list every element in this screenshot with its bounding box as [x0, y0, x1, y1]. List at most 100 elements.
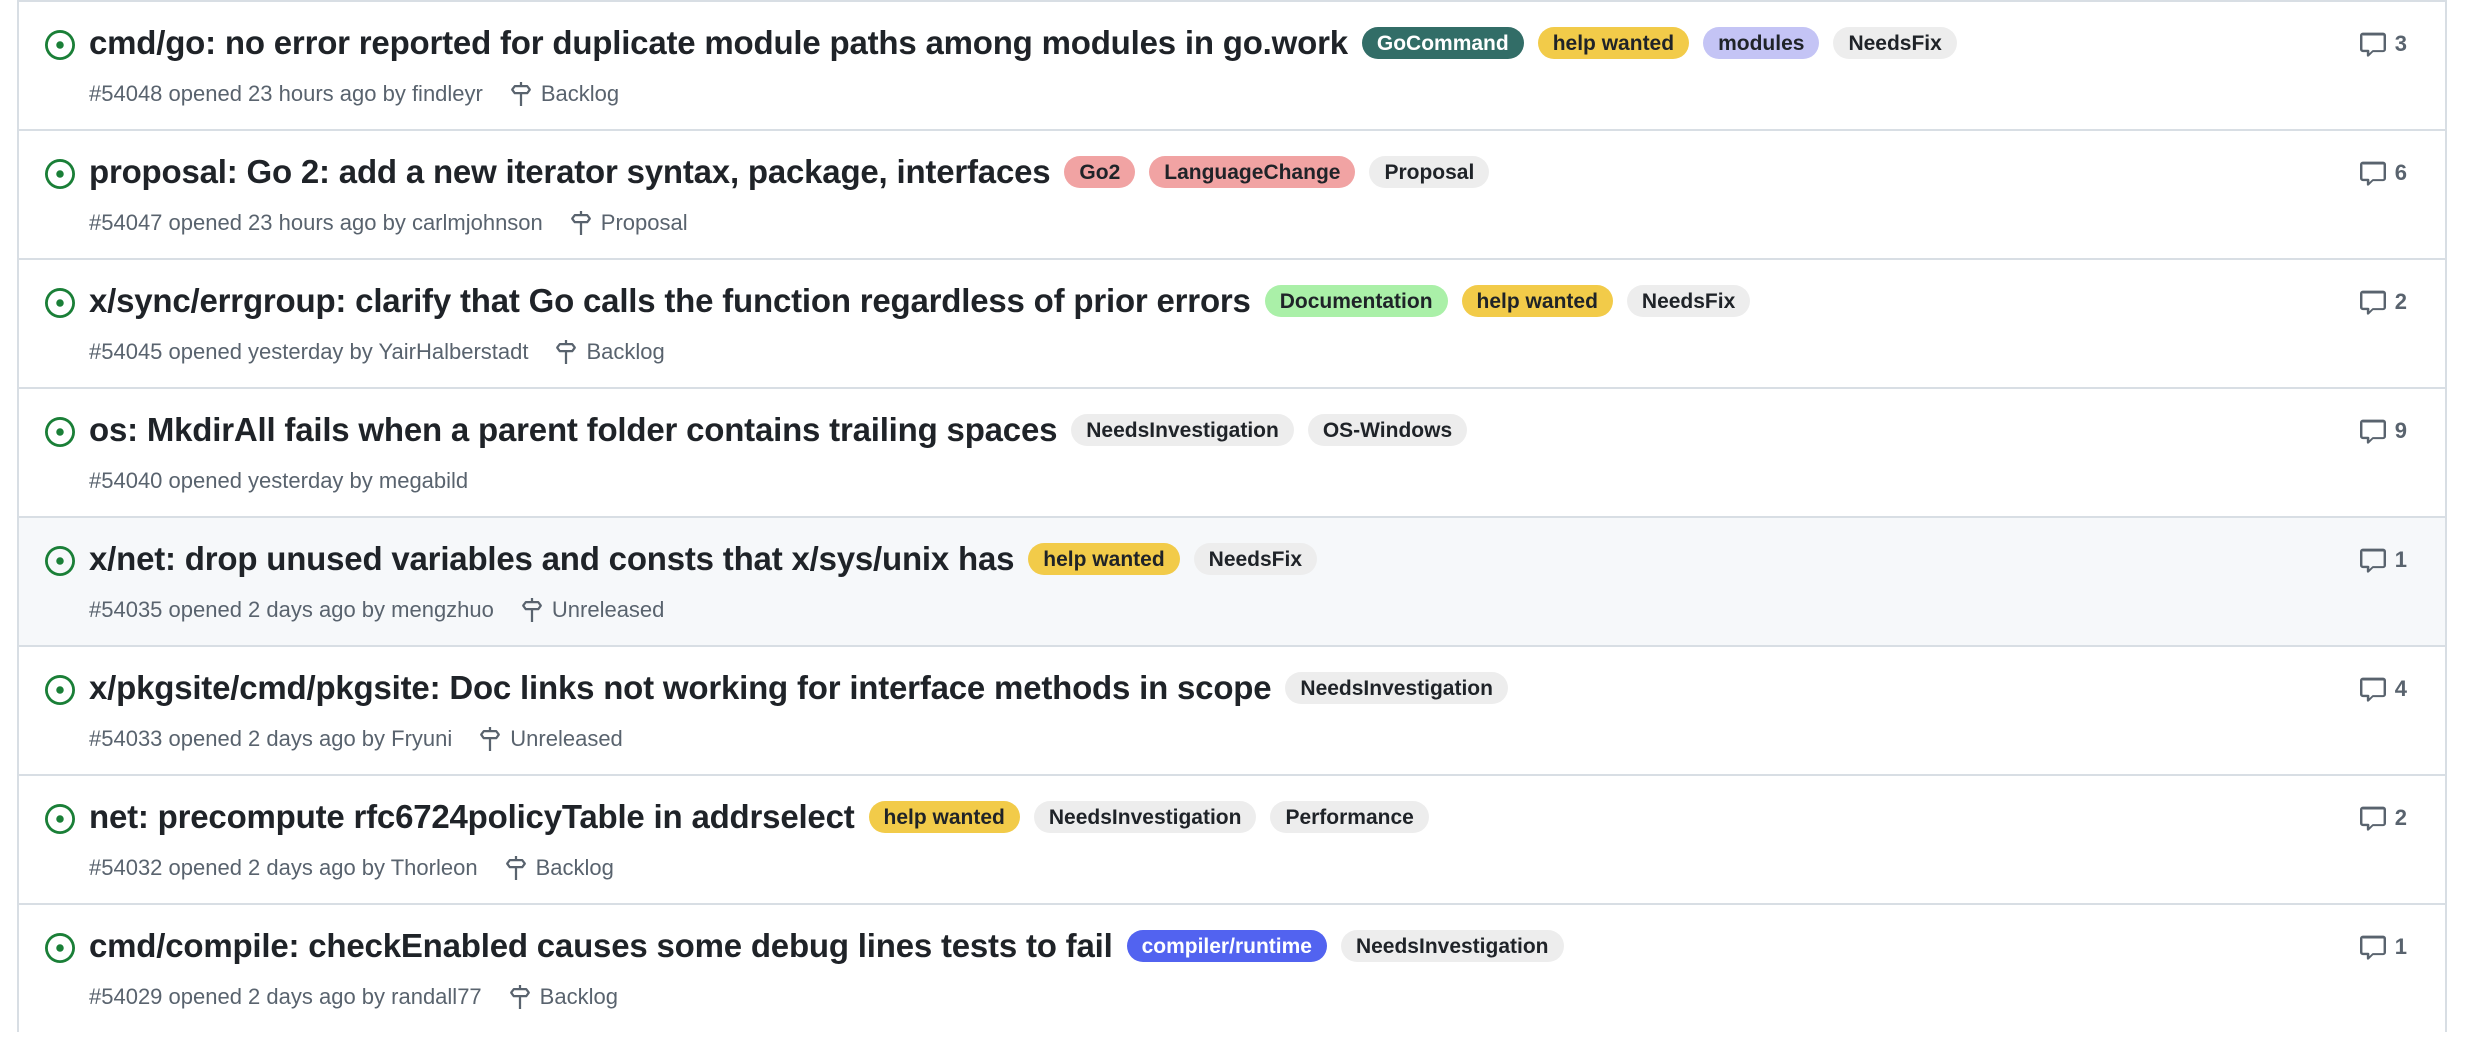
issue-meta-text: #54048 opened 23 hours ago by findleyr — [89, 80, 483, 106]
issue-row-aside: 6 — [2287, 160, 2421, 186]
comment-icon — [2359, 160, 2386, 186]
issue-row-main: x/pkgsite/cmd/pkgsite: Doc links not wor… — [45, 669, 2287, 752]
issue-comments-link[interactable]: 1 — [2359, 933, 2407, 960]
issue-row[interactable]: x/sync/errgroup: clarify that Go calls t… — [19, 257, 2445, 387]
issue-title-link[interactable]: cmd/compile: checkEnabled causes some de… — [89, 927, 1113, 966]
milestone-icon — [520, 597, 544, 622]
issue-label[interactable]: NeedsFix — [1193, 543, 1318, 576]
issue-label[interactable]: NeedsInvestigation — [1285, 672, 1508, 705]
issue-title-link[interactable]: x/pkgsite/cmd/pkgsite: Doc links not wor… — [89, 669, 1272, 708]
issue-row[interactable]: cmd/go: no error reported for duplicate … — [19, 0, 2445, 129]
issue-body: proposal: Go 2: add a new iterator synta… — [89, 153, 2287, 236]
issue-label[interactable]: NeedsInvestigation — [1033, 801, 1257, 834]
issue-comment-count: 3 — [2394, 31, 2407, 56]
issue-row-aside: 9 — [2287, 418, 2421, 444]
issue-label[interactable]: Documentation — [1264, 285, 1448, 318]
issue-milestone[interactable]: Backlog — [554, 338, 665, 365]
issue-title-link[interactable]: os: MkdirAll fails when a parent folder … — [89, 411, 1057, 450]
issue-comments-link[interactable]: 6 — [2359, 159, 2407, 186]
issue-row[interactable]: x/pkgsite/cmd/pkgsite: Doc links not wor… — [19, 644, 2445, 774]
issue-comments-link[interactable]: 2 — [2359, 288, 2407, 315]
issue-comment-count: 1 — [2394, 546, 2407, 572]
issue-comments-link[interactable]: 3 — [2359, 31, 2407, 57]
issue-milestone-label: Backlog — [586, 338, 665, 364]
issue-row[interactable]: proposal: Go 2: add a new iterator synta… — [19, 128, 2445, 258]
issue-label[interactable]: Proposal — [1369, 156, 1490, 189]
issue-comment-count: 9 — [2394, 417, 2407, 443]
issue-row-main: x/net: drop unused variables and consts … — [45, 540, 2287, 623]
issue-title-link[interactable]: proposal: Go 2: add a new iterator synta… — [89, 153, 1051, 192]
issue-milestone[interactable]: Backlog — [504, 855, 614, 881]
issue-body: x/sync/errgroup: clarify that Go calls t… — [89, 282, 2287, 365]
issue-opened-icon — [45, 932, 75, 963]
issue-meta-text: #54033 opened 2 days ago by Fryuni — [89, 725, 453, 751]
issue-row[interactable]: cmd/compile: checkEnabled causes some de… — [19, 902, 2445, 1032]
issue-meta: #54032 opened 2 days ago by Thorleon Back… — [89, 855, 2287, 881]
issue-meta-text: #54047 opened 23 hours ago by carlmjohns… — [89, 209, 543, 235]
issue-body: x/net: drop unused variables and consts … — [89, 540, 2287, 623]
issue-meta: #54029 opened 2 days ago by randall77 Bac… — [89, 984, 2287, 1010]
issue-meta: #54035 opened 2 days ago by mengzhuo Unre… — [89, 597, 2287, 623]
issue-row-main: cmd/compile: checkEnabled causes some de… — [45, 927, 2287, 1010]
issue-milestone[interactable]: Backlog — [508, 984, 618, 1010]
issue-title-line: x/net: drop unused variables and consts … — [89, 540, 2287, 579]
issue-title-line: proposal: Go 2: add a new iterator synta… — [89, 153, 2287, 192]
issue-label[interactable]: Go2 — [1064, 156, 1136, 189]
issue-title-line: net: precompute rfc6724policyTable in ad… — [89, 798, 2287, 837]
issue-label[interactable]: compiler/runtime — [1126, 930, 1327, 963]
issue-row-main: net: precompute rfc6724policyTable in ad… — [45, 798, 2287, 881]
issue-label[interactable]: help wanted — [1461, 285, 1613, 318]
milestone-icon — [569, 210, 593, 235]
issue-title-link[interactable]: net: precompute rfc6724policyTable in ad… — [89, 798, 855, 837]
issue-milestone[interactable]: Backlog — [509, 81, 619, 107]
issue-milestone-label: Unreleased — [551, 596, 665, 622]
issue-row[interactable]: net: precompute rfc6724policyTable in ad… — [19, 773, 2445, 903]
issue-label[interactable]: Performance — [1270, 801, 1429, 834]
issue-label[interactable]: LanguageChange — [1149, 156, 1356, 189]
issue-label[interactable]: help wanted — [1028, 543, 1180, 576]
issue-title-line: os: MkdirAll fails when a parent folder … — [89, 411, 2287, 450]
issue-milestone-label: Backlog — [539, 983, 618, 1009]
issue-milestone[interactable]: Unreleased — [520, 596, 665, 623]
issue-label[interactable]: NeedsInvestigation — [1340, 930, 1564, 963]
issue-title-line: cmd/compile: checkEnabled causes some de… — [89, 927, 2287, 966]
issue-comment-count: 1 — [2394, 933, 2407, 959]
issue-label[interactable]: NeedsFix — [1626, 285, 1751, 318]
issue-meta: #54048 opened 23 hours ago by findleyr Ba… — [89, 81, 2287, 107]
issue-title-link[interactable]: x/sync/errgroup: clarify that Go calls t… — [89, 282, 1251, 321]
issue-row-main: cmd/go: no error reported for duplicate … — [45, 24, 2287, 107]
issue-label[interactable]: NeedsInvestigation — [1071, 414, 1294, 447]
issue-row[interactable]: os: MkdirAll fails when a parent folder … — [19, 386, 2445, 516]
issue-title-link[interactable]: cmd/go: no error reported for duplicate … — [89, 24, 1348, 63]
milestone-icon — [554, 339, 578, 364]
issue-label[interactable]: NeedsFix — [1833, 27, 1957, 60]
issue-comment-count: 2 — [2394, 288, 2407, 314]
issue-body: cmd/compile: checkEnabled causes some de… — [89, 927, 2287, 1010]
issue-opened-icon — [45, 287, 75, 318]
issue-meta: #54045 opened yesterday by YairHalbersta… — [89, 339, 2287, 365]
issue-label[interactable]: help wanted — [1537, 27, 1690, 60]
issue-comments-link[interactable]: 2 — [2359, 805, 2407, 831]
issue-row[interactable]: x/net: drop unused variables and consts … — [19, 515, 2445, 645]
issue-row-main: x/sync/errgroup: clarify that Go calls t… — [45, 282, 2287, 365]
issue-opened-icon — [45, 674, 75, 705]
issue-opened-icon — [45, 803, 75, 834]
issue-milestone-label: Backlog — [540, 80, 620, 106]
issue-label[interactable]: modules — [1703, 27, 1820, 60]
issue-milestone[interactable]: Proposal — [569, 210, 688, 236]
issue-comments-link[interactable]: 9 — [2359, 417, 2407, 444]
issue-label[interactable]: GoCommand — [1361, 27, 1524, 60]
issue-meta: #54047 opened 23 hours ago by carlmjohns… — [89, 210, 2287, 236]
issue-comments-link[interactable]: 1 — [2359, 546, 2407, 573]
issue-label[interactable]: help wanted — [868, 801, 1020, 834]
issue-milestone[interactable]: Unreleased — [478, 726, 623, 752]
comment-icon — [2359, 418, 2386, 444]
issue-comments-link[interactable]: 4 — [2359, 676, 2407, 702]
comment-icon — [2359, 805, 2386, 831]
issue-label[interactable]: OS-Windows — [1307, 414, 1468, 447]
issue-body: net: precompute rfc6724policyTable in ad… — [89, 798, 2287, 881]
comment-icon — [2359, 676, 2386, 702]
issue-title-link[interactable]: x/net: drop unused variables and consts … — [89, 540, 1014, 579]
issue-row-aside: 4 — [2287, 676, 2421, 702]
issue-comment-count: 6 — [2394, 159, 2407, 185]
